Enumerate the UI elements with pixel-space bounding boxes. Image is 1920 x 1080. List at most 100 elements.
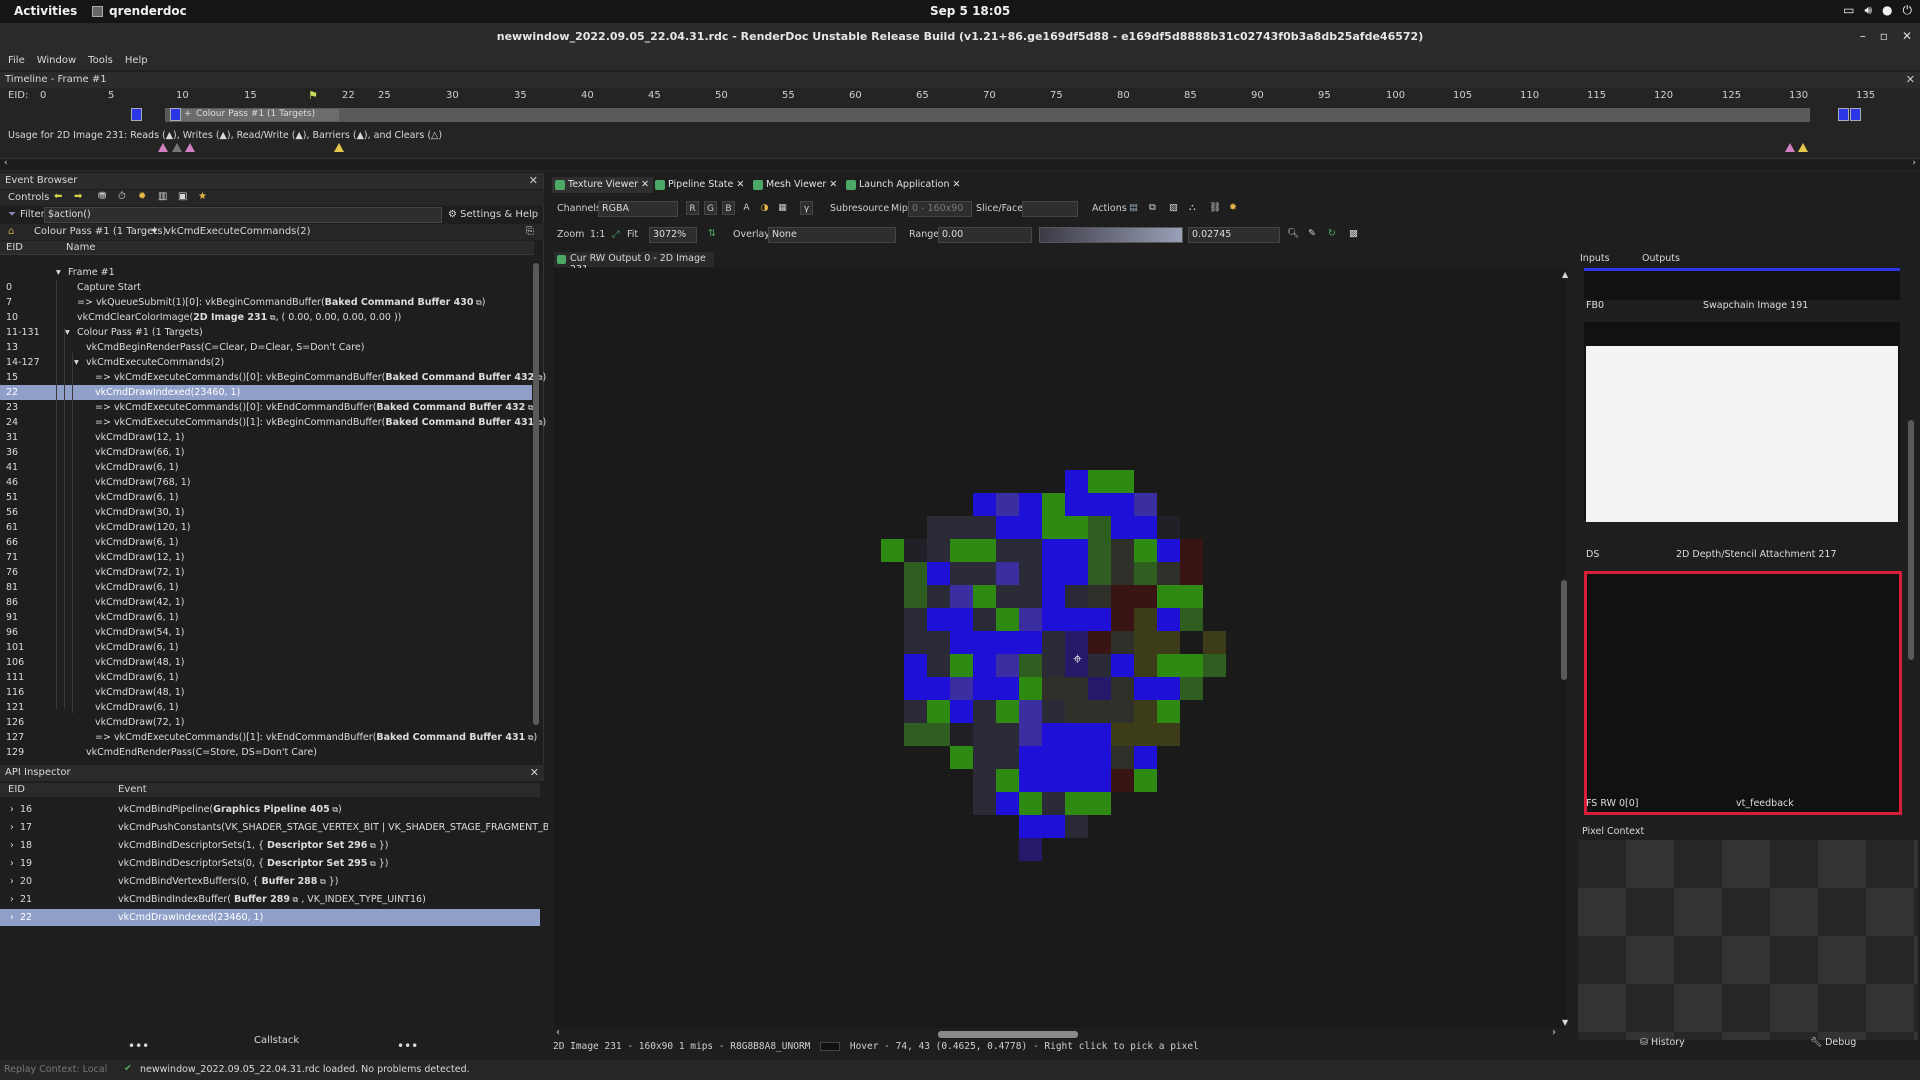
timeline-pass-block[interactable]: + Colour Pass #1 (1 Targets) [176, 109, 339, 121]
event-row[interactable]: 121 vkCmdDraw(6, 1) [0, 700, 532, 715]
open-icon[interactable]: ▧ [1169, 202, 1178, 213]
minimize-button[interactable]: – [1860, 29, 1866, 43]
range-max-input[interactable]: 0.02745 [1188, 227, 1280, 243]
stats-icon[interactable]: ▥ [158, 191, 167, 202]
expand-icon[interactable]: ▾ [74, 355, 79, 370]
event-row[interactable]: 116 vkCmdDraw(48, 1) [0, 685, 532, 700]
api-row[interactable]: › 22 vkCmdDrawIndexed(23460, 1) [0, 909, 540, 926]
event-row[interactable]: 66 vkCmdDraw(6, 1) [0, 535, 532, 550]
event-row[interactable]: 81 vkCmdDraw(6, 1) [0, 580, 532, 595]
scroll-right-icon[interactable]: › [1912, 158, 1916, 168]
event-scrollbar[interactable] [533, 263, 539, 725]
event-row[interactable]: 10 vkCmdClearColorImage(2D Image 231 ⧉, (… [0, 310, 532, 325]
event-row[interactable]: 36 vkCmdDraw(66, 1) [0, 445, 532, 460]
event-row[interactable]: 56 vkCmdDraw(30, 1) [0, 505, 532, 520]
event-row[interactable]: 11-131 ▾ Colour Pass #1 (1 Targets) [0, 325, 532, 340]
event-row[interactable]: 71 vkCmdDraw(12, 1) [0, 550, 532, 565]
resource-link[interactable]: Baked Command Buffer 431 [376, 732, 525, 743]
close-icon[interactable]: ✕ [1906, 73, 1915, 86]
link-icon[interactable]: ⧉ [317, 877, 326, 886]
tab-outputs[interactable]: Outputs [1642, 253, 1680, 264]
more-icon[interactable]: ••• [397, 1039, 418, 1053]
timeline-scrollbar[interactable]: ‹ › [0, 158, 1920, 170]
link-icon[interactable]: ⛓ [1209, 202, 1221, 213]
close-icon[interactable]: ✕ [829, 179, 837, 190]
event-row[interactable]: 7 => vkQueueSubmit(1)[0]: vkBeginCommandB… [0, 295, 532, 310]
resource-link[interactable]: 2D Image 231 [193, 312, 267, 323]
event-row[interactable]: 76 vkCmdDraw(72, 1) [0, 565, 532, 580]
channels-select[interactable]: RGBA [598, 201, 678, 217]
scroll-right-icon[interactable]: › [1552, 1027, 1556, 1038]
save-texture-icon[interactable]: ▤ [1129, 202, 1138, 213]
auto-range-icon[interactable]: ✎ [1308, 228, 1316, 239]
resource-link[interactable]: Buffer 288 [261, 876, 317, 887]
resource-link[interactable]: Baked Command Buffer 432 [385, 372, 534, 383]
timer-icon[interactable]: ⏱ [118, 191, 126, 202]
api-row[interactable]: › 17 vkCmdPushConstants(VK_SHADER_STAGE_VE… [0, 819, 583, 836]
scroll-left-icon[interactable]: ‹ [4, 158, 8, 168]
copy-icon[interactable]: ⎘ [526, 226, 534, 237]
event-row[interactable]: 126 vkCmdDraw(72, 1) [0, 715, 532, 730]
color-picker-icon[interactable]: ◑ [758, 201, 771, 215]
tab-texture-viewer[interactable]: Texture Viewer ✕ [552, 177, 654, 193]
channel-a-toggle[interactable]: A [740, 201, 753, 215]
thumbnail-depth[interactable] [1584, 322, 1900, 522]
column-event[interactable]: Event [118, 784, 147, 795]
thumbnail-swapchain[interactable] [1584, 268, 1900, 300]
back-icon[interactable]: ⬅ [54, 191, 62, 202]
event-row[interactable]: 24 => vkCmdExecuteCommands()[1]: vkBeginC… [0, 415, 546, 430]
read-marker[interactable] [334, 143, 344, 152]
tab-inputs[interactable]: Inputs [1580, 253, 1610, 264]
debug-button[interactable]: 🔧︎ Debug [1810, 1037, 1856, 1048]
expand-icon[interactable]: › [10, 855, 14, 872]
range-min-input[interactable]: 0.00 [938, 227, 1032, 243]
write-marker[interactable] [185, 143, 195, 152]
event-row[interactable]: 96 vkCmdDraw(54, 1) [0, 625, 532, 640]
channel-r-toggle[interactable]: R [686, 201, 699, 215]
close-window-button[interactable]: ✕ [1902, 29, 1912, 43]
save-icon[interactable]: ▣ [178, 191, 187, 202]
channel-b-toggle[interactable]: B [722, 201, 735, 215]
resource-link[interactable]: Baked Command Buffer 431 [385, 417, 534, 428]
breadcrumb-command[interactable]: vkCmdExecuteCommands(2) [165, 226, 311, 237]
bookmark-icon[interactable]: ✸ [1229, 202, 1237, 213]
resource-link[interactable]: Baked Command Buffer 432 [376, 402, 525, 413]
event-row[interactable]: 61 vkCmdDraw(120, 1) [0, 520, 532, 535]
close-icon[interactable]: ✕ [529, 174, 538, 187]
zoom-select[interactable]: 3072% [649, 227, 697, 243]
event-row[interactable]: 91 vkCmdDraw(6, 1) [0, 610, 532, 625]
resource-link[interactable]: Descriptor Set 295 [267, 858, 367, 869]
column-name[interactable]: Name [66, 242, 96, 253]
clear-marker[interactable] [172, 143, 182, 152]
resource-link[interactable]: Descriptor Set 296 [267, 840, 367, 851]
gear-icon[interactable]: ✹ [138, 191, 146, 202]
close-icon[interactable]: ✕ [641, 179, 649, 190]
close-icon[interactable]: ✕ [736, 179, 744, 190]
event-row[interactable]: 14-127 ▾ vkCmdExecuteCommands(2) [0, 355, 532, 370]
callstack-label[interactable]: Callstack [254, 1035, 299, 1046]
mip-select[interactable]: 0 - 160x90 [908, 201, 972, 217]
more-icon[interactable]: ••• [128, 1039, 149, 1053]
breadcrumb-pass[interactable]: Colour Pass #1 (1 Targets) [34, 226, 166, 237]
clock[interactable]: Sep 5 18:05 [930, 4, 1010, 18]
activities-button[interactable]: Activities [14, 4, 77, 18]
event-row[interactable]: 13 vkCmdBeginRenderPass(C=Clear, D=Clear,… [0, 340, 532, 355]
range-slider[interactable] [1039, 227, 1183, 243]
tab-pipeline-state[interactable]: Pipeline State ✕ [652, 177, 748, 193]
event-row[interactable]: 51 vkCmdDraw(6, 1) [0, 490, 532, 505]
column-eid[interactable]: EID [6, 242, 23, 253]
filter-input[interactable]: $action() [44, 207, 442, 223]
system-tray[interactable]: ▭ 🔊︎ ● ⏻ [1843, 3, 1912, 18]
replay-context[interactable]: Replay Context: Local [4, 1064, 107, 1075]
event-row[interactable]: 23 => vkCmdExecuteCommands()[0]: vkEndCom… [0, 400, 537, 415]
app-menu[interactable]: qrenderdoc [92, 4, 187, 18]
expand-icon[interactable]: ▾ [56, 265, 61, 280]
flip-icon[interactable]: ⇅ [708, 228, 716, 239]
menu-file[interactable]: File [8, 55, 25, 66]
copy-icon[interactable]: ⧉ [1149, 202, 1156, 213]
event-row[interactable]: 129 vkCmdEndRenderPass(C=Store, DS=Don't … [0, 745, 532, 760]
timeline-track[interactable] [165, 108, 1810, 122]
scroll-down-icon[interactable]: ▼ [1562, 1018, 1568, 1027]
api-row[interactable]: › 18 vkCmdBindDescriptorSets(1, { Descript… [0, 837, 540, 854]
resource-link[interactable]: Buffer 289 [234, 894, 290, 905]
